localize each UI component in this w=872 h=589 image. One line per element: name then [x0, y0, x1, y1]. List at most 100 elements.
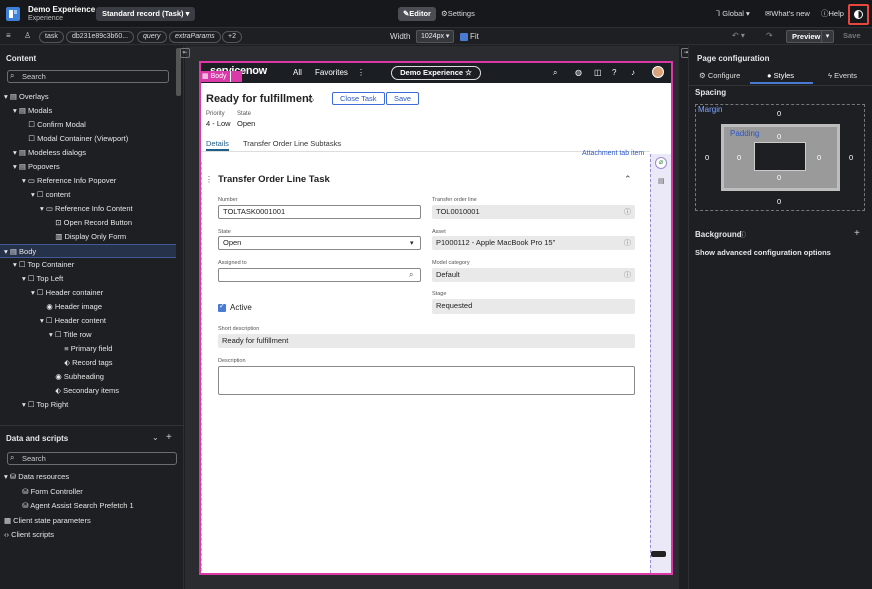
help-icon[interactable]: ?: [612, 68, 616, 77]
info-icon[interactable]: ⓘ: [739, 230, 746, 240]
document-icon[interactable]: ▤: [658, 177, 665, 185]
search-icon[interactable]: ⌕: [409, 270, 413, 280]
margin-left-input[interactable]: 0: [705, 153, 709, 162]
fit-checkbox[interactable]: [460, 33, 468, 41]
attachment-tab-link[interactable]: Attachment tab item: [582, 150, 644, 157]
tag-icon[interactable]: ⬖: [308, 95, 314, 104]
settings-button[interactable]: ⚙Settings: [441, 7, 475, 21]
more-icon[interactable]: ⋮: [357, 68, 365, 77]
tree-item[interactable]: ▾ ☐ Top Container: [0, 258, 176, 272]
record-type-select[interactable]: Standard record (Task) ▾: [96, 7, 196, 21]
save-button[interactable]: Save: [843, 31, 861, 40]
attachment-icon[interactable]: ⌀: [655, 157, 667, 169]
search-icon[interactable]: ⌕: [553, 68, 557, 78]
data-tree-item[interactable]: ⛁ Form Controller: [0, 485, 180, 500]
body-tag-link-icon[interactable]: [230, 71, 242, 82]
tree-item[interactable]: ▾ ▤ Body: [0, 244, 176, 258]
tree-item[interactable]: ▾ ☐ Header container: [0, 286, 176, 300]
nav-favorites[interactable]: Favorites: [315, 68, 348, 77]
advanced-options-link[interactable]: Show advanced configuration options: [695, 248, 831, 257]
tab-details[interactable]: Details: [206, 139, 229, 151]
drag-handle-icon[interactable]: ⋮: [205, 175, 213, 184]
add-icon[interactable]: +: [166, 432, 172, 443]
close-task-button[interactable]: Close Task: [332, 92, 385, 105]
tree-item[interactable]: ▥ Display Only Form: [0, 230, 176, 244]
tree-item[interactable]: ≡ Primary field: [0, 342, 176, 356]
avatar[interactable]: [652, 66, 664, 78]
save-record-button[interactable]: Save: [386, 92, 420, 105]
whats-new-button[interactable]: ✉What's new: [765, 7, 810, 21]
padding-right-input[interactable]: 0: [817, 153, 821, 162]
padding-left-input[interactable]: 0: [737, 153, 741, 162]
spacing-label: Spacing: [695, 88, 727, 97]
tree-item[interactable]: ▾ ☐ Title row: [0, 328, 176, 342]
bell-icon[interactable]: ♪: [631, 68, 635, 77]
tab-configure[interactable]: ⚙ Configure: [699, 71, 740, 80]
tree-item[interactable]: ▾ ▤ Overlays: [0, 90, 176, 104]
data-tree-item[interactable]: ‹› Client scripts: [0, 528, 180, 543]
editor-button[interactable]: ✎Editor: [398, 7, 436, 21]
state-select[interactable]: Open: [218, 236, 421, 250]
description-textarea[interactable]: [218, 366, 635, 395]
tree-item[interactable]: ▾ ▤ Modals: [0, 104, 176, 118]
tree-item[interactable]: ⊡ Open Record Button: [0, 216, 176, 230]
context-chip-sysid[interactable]: db231e89c3b60...: [66, 31, 135, 43]
undo-icon[interactable]: ↶ ▾: [732, 31, 745, 40]
tree-item[interactable]: ☐ Confirm Modal: [0, 118, 176, 132]
tree-item[interactable]: ⬖ Secondary items: [0, 384, 176, 398]
tab-subtasks[interactable]: Transfer Order Line Subtasks: [243, 139, 341, 151]
data-tree-item[interactable]: ▦ Client state parameters: [0, 514, 180, 529]
tree-item[interactable]: ▾ ▤ Popovers: [0, 160, 176, 174]
tree-item[interactable]: ◉ Header image: [0, 300, 176, 314]
margin-right-input[interactable]: 0: [849, 153, 853, 162]
help-button[interactable]: ⓘHelp: [821, 7, 844, 21]
tree-item[interactable]: ▾ ☐ Header content: [0, 314, 176, 328]
data-tree-item[interactable]: ⛁ Agent Assist Search Prefetch 1: [0, 499, 180, 514]
tree-item[interactable]: ▾ ☐ content: [0, 188, 176, 202]
margin-bottom-input[interactable]: 0: [777, 197, 781, 206]
contrast-toggle-button[interactable]: [848, 4, 869, 25]
chevron-down-icon[interactable]: ⌄: [152, 433, 159, 442]
content-search-input[interactable]: Search: [7, 70, 169, 83]
number-input[interactable]: TOLTASK0001001: [218, 205, 421, 219]
context-chip-query[interactable]: query: [137, 31, 167, 43]
globe-icon[interactable]: ◍: [575, 68, 582, 77]
panel-handle[interactable]: [651, 551, 666, 557]
tab-styles[interactable]: ● Styles: [767, 71, 794, 80]
tree-item-label: Modal Container (Viewport): [37, 134, 129, 143]
chat-icon[interactable]: ◫: [594, 68, 602, 77]
width-select[interactable]: 1024px ▾: [416, 30, 455, 43]
tab-events[interactable]: ϟ Events: [828, 71, 857, 80]
tree-item[interactable]: ▾ ☐ Top Right: [0, 398, 176, 412]
collapse-left-icon[interactable]: ⇤: [180, 48, 190, 58]
menu-icon[interactable]: ≡: [6, 31, 11, 40]
add-icon[interactable]: +: [854, 228, 860, 239]
info-icon[interactable]: ⓘ: [624, 207, 631, 217]
info-icon[interactable]: ⓘ: [624, 270, 631, 280]
data-tree-item-label: Client scripts: [11, 530, 55, 539]
context-chip-more[interactable]: +2: [222, 31, 242, 43]
margin-top-input[interactable]: 0: [777, 109, 781, 118]
padding-bottom-input[interactable]: 0: [777, 173, 781, 182]
context-chip-table[interactable]: task: [39, 31, 64, 43]
tree-item[interactable]: ▾ ▭ Reference Info Content: [0, 202, 176, 216]
tree-item[interactable]: ▾ ☐ Top Left: [0, 272, 176, 286]
body-selection-tag[interactable]: ▦ Body: [199, 71, 230, 82]
context-chip-extraparams[interactable]: extraParams: [169, 31, 221, 43]
tree-item[interactable]: ☐ Modal Container (Viewport): [0, 132, 176, 146]
data-tree-item[interactable]: ▾ ⛁ Data resources: [0, 470, 180, 485]
tree-item[interactable]: ◉ Subheading: [0, 370, 176, 384]
data-search-input[interactable]: Search: [7, 452, 177, 465]
global-scope-button[interactable]: ⅂ Global ▾: [716, 7, 750, 21]
assigned-to-input[interactable]: [218, 268, 421, 282]
info-icon[interactable]: ⓘ: [624, 238, 631, 248]
demo-experience-pill[interactable]: Demo Experience ☆: [391, 66, 481, 80]
padding-top-input[interactable]: 0: [777, 132, 781, 141]
chevron-up-icon[interactable]: ⌃: [624, 174, 632, 185]
tree-item[interactable]: ⬖ Record tags: [0, 356, 176, 370]
redo-icon[interactable]: ↷: [766, 31, 773, 40]
preview-dropdown-icon[interactable]: ▾: [821, 30, 834, 43]
nav-all[interactable]: All: [293, 68, 302, 77]
tree-item[interactable]: ▾ ▭ Reference Info Popover: [0, 174, 176, 188]
tree-item[interactable]: ▾ ▤ Modeless dialogs: [0, 146, 176, 160]
